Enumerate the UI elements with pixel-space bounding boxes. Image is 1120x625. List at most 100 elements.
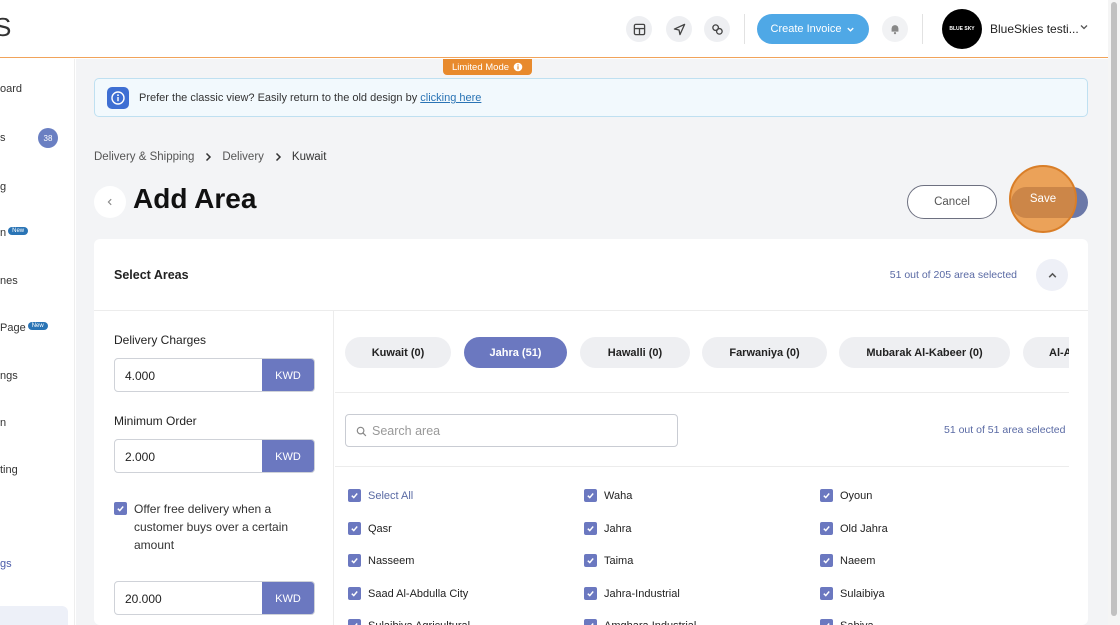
- tab-mubarak-al-kabeer[interactable]: Mubarak Al-Kabeer (0): [839, 337, 1010, 368]
- check-icon: [587, 526, 594, 532]
- page-title: Add Area: [133, 183, 257, 214]
- notice-text: Prefer the classic view? Easily return t…: [139, 92, 481, 104]
- save-button-highlight[interactable]: Save: [1009, 165, 1077, 233]
- sidebar-item-catalog[interactable]: g: [0, 181, 6, 193]
- tab-kuwait[interactable]: Kuwait (0): [345, 337, 451, 368]
- sidebar-item-n[interactable]: n: [0, 417, 6, 429]
- back-button[interactable]: [94, 186, 126, 218]
- chevron-down-icon[interactable]: [1079, 22, 1089, 32]
- minimum-order-field[interactable]: 2.000 KWD: [114, 439, 315, 473]
- delivery-charges-value[interactable]: 4.000: [125, 369, 155, 383]
- sidebar-item-page[interactable]: Page New: [0, 322, 48, 334]
- delivery-charges-field[interactable]: 4.000 KWD: [114, 358, 315, 392]
- checkbox[interactable]: [820, 554, 833, 567]
- checkbox[interactable]: [348, 522, 361, 535]
- apps-icon[interactable]: [704, 16, 730, 42]
- scrollbar[interactable]: [1108, 0, 1120, 625]
- free-delivery-threshold-value[interactable]: 20.000: [125, 592, 162, 606]
- area-checkbox[interactable]: Qasr: [348, 522, 392, 535]
- tab-farwaniya[interactable]: Farwaniya (0): [702, 337, 827, 368]
- store-icon[interactable]: [626, 16, 652, 42]
- area-label: Taima: [604, 554, 634, 567]
- free-delivery-option[interactable]: Offer free delivery when a customer buys…: [114, 500, 314, 554]
- divider: [335, 466, 1069, 467]
- collapse-button[interactable]: [1036, 259, 1068, 291]
- classic-view-link[interactable]: clicking here: [420, 92, 481, 104]
- sidebar-item-label: n: [0, 417, 7, 429]
- app-logo[interactable]: S: [0, 12, 11, 43]
- free-delivery-checkbox[interactable]: [114, 502, 127, 515]
- checkbox[interactable]: [348, 489, 361, 502]
- account-name[interactable]: BlueSkies testi...: [990, 22, 1079, 36]
- top-header: S Create Invoice BLUE SKY BlueSkies test…: [0, 0, 1108, 58]
- check-icon: [823, 526, 830, 532]
- checkbox[interactable]: [584, 489, 597, 502]
- send-icon[interactable]: [666, 16, 692, 42]
- area-checkbox[interactable]: Waha: [584, 489, 632, 502]
- sidebar-item-settings-group[interactable]: ngs: [0, 370, 18, 382]
- delivery-charges-label: Delivery Charges: [114, 333, 207, 347]
- sidebar-item-new-feature[interactable]: n New: [0, 227, 29, 239]
- checkbox[interactable]: [584, 587, 597, 600]
- area-checkbox[interactable]: Taima: [584, 554, 633, 567]
- check-icon: [823, 591, 830, 597]
- sidebar-item-themes[interactable]: nes: [0, 275, 18, 287]
- free-delivery-label: Offer free delivery when a customer buys…: [134, 502, 289, 552]
- sidebar-item-dashboard[interactable]: oard: [0, 83, 22, 95]
- area-label: Nasseem: [368, 554, 415, 567]
- area-checkbox[interactable]: Sulaibiya Agricultural: [348, 619, 470, 625]
- tab-al-ahmadi[interactable]: Al-A: [1023, 337, 1069, 368]
- area-checkbox[interactable]: Saad Al-Abdulla City: [348, 587, 468, 600]
- info-icon: [513, 62, 523, 72]
- sidebar-item-settings[interactable]: gs: [0, 558, 12, 570]
- checkbox[interactable]: [820, 587, 833, 600]
- card-header: Select Areas 51 out of 205 area selected: [94, 239, 1088, 311]
- limited-mode-badge: Limited Mode: [443, 59, 532, 75]
- sidebar-item-marketing[interactable]: ting: [0, 464, 18, 476]
- create-invoice-label: Create Invoice: [770, 23, 842, 35]
- area-checkbox[interactable]: Sabiya: [820, 619, 874, 625]
- area-checkbox[interactable]: Old Jahra: [820, 522, 888, 535]
- checkbox[interactable]: [348, 554, 361, 567]
- checkbox[interactable]: [584, 522, 597, 535]
- checkbox[interactable]: [348, 587, 361, 600]
- sidebar-item-label: g: [0, 181, 7, 193]
- checkbox[interactable]: [348, 619, 361, 625]
- area-checkbox[interactable]: Jahra: [584, 522, 632, 535]
- area-label: Naeem: [840, 554, 876, 567]
- area-checkbox[interactable]: Nasseem: [348, 554, 414, 567]
- tab-jahra[interactable]: Jahra (51): [464, 337, 567, 368]
- area-checkbox[interactable]: Naeem: [820, 554, 875, 567]
- breadcrumb-delivery-shipping[interactable]: Delivery & Shipping: [94, 151, 194, 163]
- select-all-checkbox[interactable]: Select All: [348, 489, 413, 502]
- cancel-button[interactable]: Cancel: [907, 185, 997, 219]
- check-icon: [823, 558, 830, 564]
- area-label: Oyoun: [840, 489, 873, 502]
- area-label: Qasr: [368, 522, 392, 535]
- area-checkbox[interactable]: Sulaibiya: [820, 587, 885, 600]
- area-checkbox[interactable]: Oyoun: [820, 489, 872, 502]
- header-divider: [922, 14, 923, 44]
- check-icon: [117, 506, 124, 512]
- checkbox[interactable]: [584, 619, 597, 625]
- scrollbar-thumb[interactable]: [1111, 2, 1117, 616]
- avatar[interactable]: BLUE SKY: [942, 9, 982, 49]
- create-invoice-button[interactable]: Create Invoice: [757, 14, 869, 44]
- bell-icon[interactable]: [882, 16, 908, 42]
- breadcrumb-delivery[interactable]: Delivery: [222, 151, 264, 163]
- area-checkbox[interactable]: Amghara Industrial: [584, 619, 696, 625]
- checkbox[interactable]: [584, 554, 597, 567]
- search-area-input[interactable]: Search area: [345, 414, 678, 447]
- checkbox[interactable]: [820, 619, 833, 625]
- sidebar-item-label: nes: [0, 275, 18, 287]
- info-icon: [107, 87, 129, 109]
- check-icon: [351, 591, 358, 597]
- checkbox[interactable]: [820, 522, 833, 535]
- chevron-down-icon: [847, 27, 855, 32]
- sidebar-item-orders[interactable]: s: [0, 132, 6, 144]
- free-delivery-threshold-field[interactable]: 20.000 KWD: [114, 581, 315, 615]
- minimum-order-value[interactable]: 2.000: [125, 450, 155, 464]
- area-checkbox[interactable]: Jahra-Industrial: [584, 587, 680, 600]
- tab-hawalli[interactable]: Hawalli (0): [580, 337, 690, 368]
- checkbox[interactable]: [820, 489, 833, 502]
